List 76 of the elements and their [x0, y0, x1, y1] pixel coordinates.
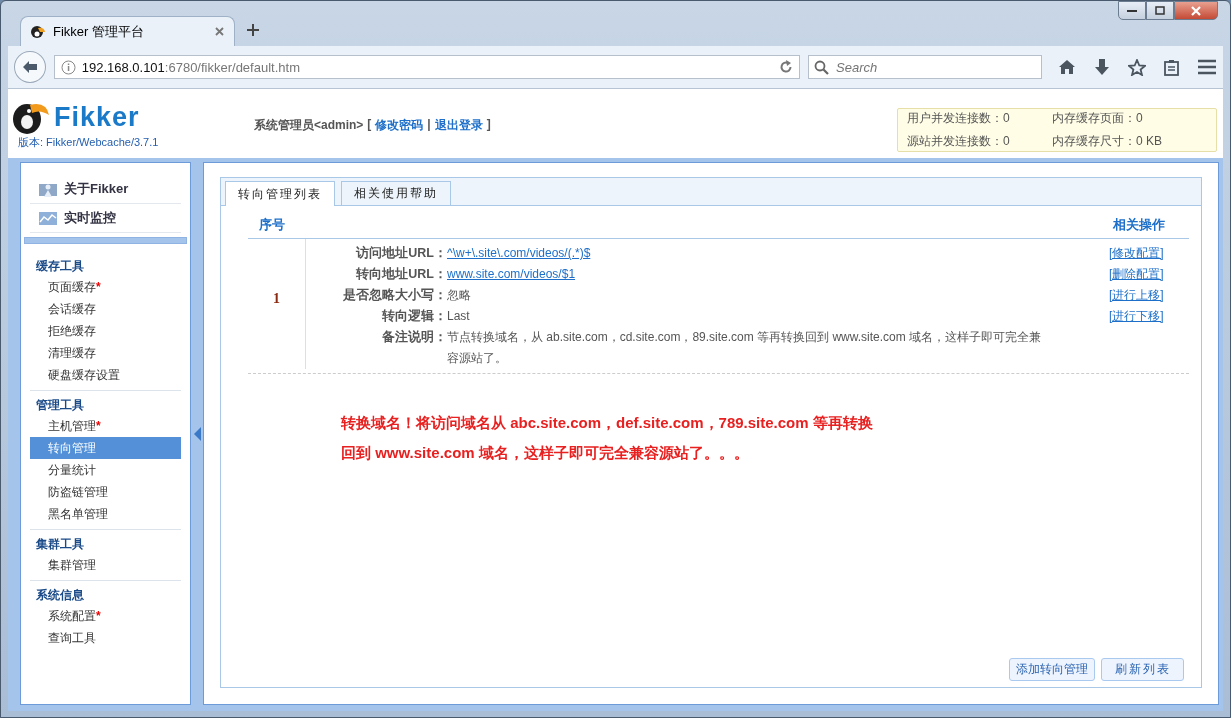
download-icon[interactable]	[1094, 58, 1110, 76]
tab[interactable]: 相关使用帮助	[341, 181, 451, 205]
browser-tab[interactable]: Fikker 管理平台	[20, 16, 235, 46]
stat-text: 内存缓存尺寸：0 KB	[1052, 133, 1163, 150]
field-link[interactable]: ^\w+\.site\.com/videos/(.*)$	[447, 243, 591, 264]
sidebar-link[interactable]: 关于Fikker	[30, 175, 181, 204]
action-button[interactable]: 添加转向管理	[1009, 658, 1095, 681]
sidebar-item[interactable]: 系统配置*	[30, 605, 181, 627]
info-icon	[60, 59, 76, 75]
sidebar-item[interactable]: 主机管理*	[30, 415, 181, 437]
reload-icon[interactable]	[779, 60, 793, 74]
sidebar-item[interactable]: 拒绝缓存	[30, 320, 181, 342]
field-label: 访问地址URL：	[354, 245, 447, 262]
field-value: Last	[447, 308, 471, 325]
maximize-icon	[1155, 6, 1165, 15]
field-label: 转向地址URL：	[355, 266, 447, 283]
close-icon	[1191, 5, 1201, 16]
sidebar-item[interactable]: 查询工具	[30, 627, 181, 649]
field-link[interactable]: www.site.com/videos/$1	[447, 264, 576, 285]
header-link[interactable]: 修改密码	[375, 117, 424, 134]
close-icon[interactable]	[215, 27, 224, 36]
action-link[interactable]: [进行上移]	[1109, 285, 1189, 306]
note-text: 转换域名！将访问域名从 abc.site.com，def.site.com，789.site.com 等再转换 回到 www.site.com 域名，这样子即可完全兼容源站了。。。	[341, 413, 874, 463]
action-link[interactable]: [修改配置]	[1109, 243, 1189, 264]
chart-icon	[38, 209, 58, 227]
column-header: 序号	[259, 216, 285, 234]
star-icon[interactable]	[1128, 58, 1146, 76]
sidebar-link[interactable]: 实时监控	[30, 204, 181, 233]
version-text: 版本: Fikker/Webcache/3.7.1	[18, 135, 160, 150]
stat-text: 源站并发连接数：0	[907, 133, 1011, 150]
arrow-left-icon	[21, 60, 38, 74]
stat-text: 内存缓存页面：0	[1052, 110, 1144, 127]
stat-text: 用户并发连接数：0	[907, 110, 1011, 127]
field-label: 备注说明：	[381, 329, 447, 346]
close-button[interactable]	[1174, 1, 1218, 20]
search-field[interactable]: Search	[808, 55, 1042, 79]
action-link[interactable]: [进行下移]	[1109, 306, 1189, 327]
tab[interactable]: 转向管理列表	[225, 181, 335, 206]
field-label: 转向逻辑：	[381, 308, 447, 325]
logo-text: Fikker	[54, 101, 140, 133]
plus-icon[interactable]	[247, 24, 259, 36]
url-text: 192.168.0.101:6780/fikker/default.htm	[81, 59, 300, 75]
separator-text: |	[427, 117, 431, 133]
user-name: 系统管理员<admin>	[254, 117, 364, 134]
field-value: 忽略	[447, 287, 472, 304]
header-link[interactable]: 退出登录	[434, 117, 483, 134]
section-title: 管理工具	[35, 397, 85, 414]
row-number: 1	[248, 239, 306, 369]
sidebar-item[interactable]: 会话缓存	[30, 298, 181, 320]
bracket-text: ]	[486, 117, 491, 133]
maximize-button[interactable]	[1146, 1, 1174, 20]
sidebar-item[interactable]: 防盗链管理	[30, 481, 181, 503]
collapse-arrow-icon[interactable]	[193, 426, 201, 441]
section-title: 系统信息	[35, 587, 85, 604]
sidebar-item[interactable]: 硬盘缓存设置	[30, 364, 181, 386]
menu-icon[interactable]	[1197, 59, 1217, 75]
address-bar[interactable]: 192.168.0.101:6780/fikker/default.htm	[53, 55, 800, 79]
sidebar-item[interactable]: 清理缓存	[30, 342, 181, 364]
bracket-text: [	[367, 117, 372, 133]
tab-title: Fikker 管理平台	[53, 22, 145, 41]
sidebar-item[interactable]: 集群管理	[30, 554, 181, 576]
minimize-button[interactable]	[1118, 1, 1146, 20]
field-label: 是否忽略大小写：	[342, 287, 447, 304]
back-button[interactable]	[14, 51, 46, 83]
action-link[interactable]: [删除配置]	[1109, 264, 1189, 285]
toucan-icon	[31, 24, 45, 39]
field-value: 节点转换域名，从 ab.site.com，cd.site.com，89.site.com 等再转换回到 www.site.com 域名，这样子即可完全兼容源站了。	[447, 329, 1043, 367]
action-button[interactable]: 刷新列表	[1101, 658, 1184, 681]
sidebar-item[interactable]: 黑名单管理	[30, 503, 181, 525]
sidebar-item[interactable]: 页面缓存*	[30, 276, 181, 298]
section-title: 集群工具	[35, 536, 85, 553]
column-header: 相关操作	[1113, 216, 1165, 234]
home-icon[interactable]	[1058, 59, 1076, 75]
clipboard-icon[interactable]	[1164, 58, 1179, 76]
sidebar-item[interactable]: 分量统计	[30, 459, 181, 481]
section-title: 缓存工具	[35, 258, 85, 275]
